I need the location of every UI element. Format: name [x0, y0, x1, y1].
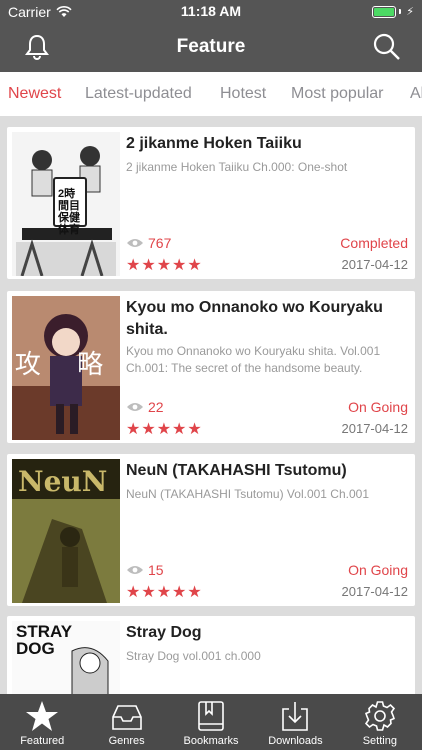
cover-art-text: 2時間目 保健体育: [58, 188, 80, 236]
tab-label: Bookmarks: [183, 735, 239, 747]
cover-art-text: STRAY DOG: [16, 622, 72, 658]
view-count: 767: [126, 235, 171, 251]
status-badge: On Going: [348, 399, 408, 415]
manga-description: Stray Dog vol.001 ch.000: [126, 649, 261, 663]
eye-icon: [127, 566, 143, 574]
clock: 11:18 AM: [180, 3, 242, 19]
view-count-value: 15: [148, 562, 164, 578]
tab-latest-updated[interactable]: Latest-updated: [85, 85, 192, 103]
view-count-value: 767: [148, 235, 172, 251]
tab-downloads[interactable]: Downloads: [253, 694, 337, 750]
book-icon: [198, 701, 224, 731]
rating-stars: ★★★★★: [126, 421, 203, 438]
download-icon: [282, 702, 309, 731]
cover-art-text: NeuN: [18, 465, 108, 498]
cover-image: STRAY DOG: [12, 621, 120, 694]
cover-image: NeuN: [12, 459, 120, 603]
cover-art-text: 攻 略: [14, 350, 118, 380]
update-date: 2017-04-12: [341, 584, 409, 599]
manga-title: Stray Dog: [126, 624, 202, 641]
category-tabs: Newest Latest-updated Hotest Most popula…: [0, 72, 422, 116]
charging-icon: ⚡: [406, 6, 414, 18]
tab-bar: Featured Genres Bookmarks Downloads Sett…: [0, 694, 422, 750]
view-count: 15: [126, 562, 164, 578]
tab-most-popular[interactable]: Most popular: [291, 85, 384, 103]
nav-bar: Feature: [0, 24, 422, 72]
tab-setting[interactable]: Setting: [338, 694, 422, 750]
eye-icon: [127, 403, 143, 411]
tab-hotest[interactable]: Hotest: [220, 85, 266, 103]
view-count: 22: [126, 399, 164, 415]
status-badge: On Going: [348, 562, 408, 578]
tab-newest[interactable]: Newest: [8, 85, 61, 103]
status-bar: Carrier 11:18 AM ⚡: [0, 0, 422, 24]
manga-description: NeuN (TAKAHASHI Tsutomu) Vol.001 Ch.001: [126, 487, 369, 501]
tab-genres[interactable]: Genres: [84, 694, 168, 750]
update-date: 2017-04-12: [341, 421, 409, 436]
eye-icon: [127, 239, 143, 247]
tab-label: Genres: [108, 735, 145, 747]
status-badge: Completed: [340, 235, 408, 251]
list-item[interactable]: STRAY DOG Stray Dog Stray Dog vol.001 ch…: [7, 616, 415, 694]
update-date: 2017-04-12: [341, 257, 409, 272]
gear-icon: [364, 701, 395, 731]
manga-title: 2 jikanme Hoken Taiiku: [126, 135, 302, 152]
list-item[interactable]: 2時間目 保健体育 2 jikanme Hoken Taiiku 2 jikan…: [7, 127, 415, 279]
cover-image: 2時間目 保健体育: [12, 132, 120, 276]
inbox-icon: [111, 705, 142, 730]
cover-image: 攻 略: [12, 296, 120, 440]
header: Carrier 11:18 AM ⚡ Feature: [0, 0, 422, 72]
page-title: Feature: [176, 36, 246, 57]
manga-list: 2時間目 保健体育 2 jikanme Hoken Taiiku 2 jikan…: [0, 116, 422, 694]
tab-all[interactable]: Al: [410, 85, 422, 103]
manga-description: 2 jikanme Hoken Taiiku Ch.000: One-shot: [126, 160, 348, 174]
list-item[interactable]: 攻 略 Kyou mo Onnanoko wo Kouryaku shita. …: [7, 291, 415, 443]
list-item[interactable]: NeuN NeuN (TAKAHASHI Tsutomu) NeuN (TAKA…: [7, 454, 415, 606]
manga-description: Kyou mo Onnanoko wo Kouryaku shita. Vol.…: [126, 344, 381, 375]
view-count-value: 22: [148, 399, 164, 415]
tab-label: Downloads: [268, 735, 323, 747]
tab-label: Setting: [362, 735, 397, 747]
rating-stars: ★★★★★: [126, 584, 203, 601]
star-icon: [26, 701, 59, 731]
rating-stars: ★★★★★: [126, 257, 203, 274]
tab-bookmarks[interactable]: Bookmarks: [169, 694, 253, 750]
tab-featured[interactable]: Featured: [0, 694, 84, 750]
tab-label: Featured: [20, 735, 65, 747]
battery-indicator: ⚡: [372, 5, 414, 18]
manga-title: NeuN (TAKAHASHI Tsutomu): [126, 462, 347, 479]
manga-title: Kyou mo Onnanoko wo Kouryaku shita.: [126, 299, 383, 338]
search-icon[interactable]: [372, 32, 402, 67]
